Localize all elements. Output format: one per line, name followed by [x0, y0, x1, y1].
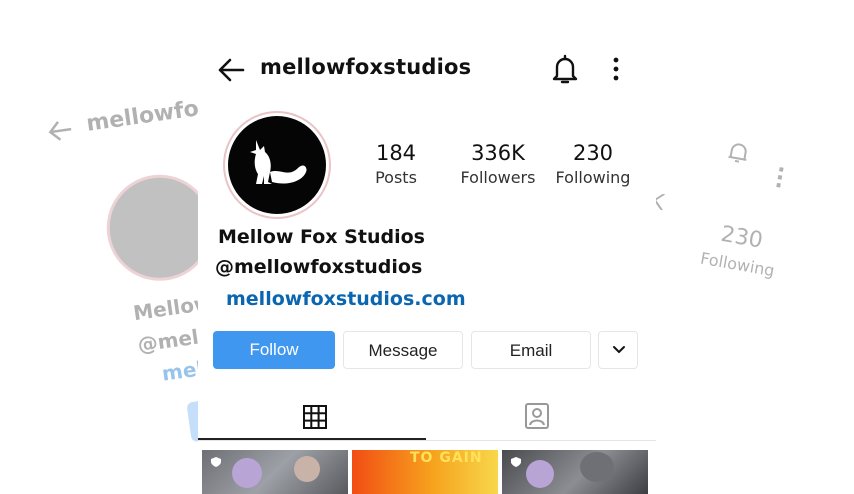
- following-label: Following: [555, 168, 631, 187]
- post-thumbnail[interactable]: [202, 450, 348, 494]
- thumbnail-figure: [526, 460, 554, 488]
- profile-card: mellowfoxstudios 184 Posts 336K Follower…: [198, 38, 656, 494]
- profile-avatar[interactable]: [228, 116, 326, 214]
- chevron-down-icon: [613, 346, 625, 354]
- profile-handle: @mellowfoxstudios: [215, 256, 423, 278]
- profile-display-name: Mellow Fox Studios: [218, 226, 425, 248]
- ghost-bell-icon: [728, 143, 747, 163]
- posts-label: Posts: [375, 168, 417, 187]
- ghost-more-icon: · · ·: [772, 157, 788, 200]
- thumbnail-figure: [294, 456, 320, 482]
- follow-button[interactable]: Follow: [213, 331, 335, 369]
- profile-username: mellowfoxstudios: [260, 55, 472, 79]
- post-thumbnail[interactable]: TO GAIN: [352, 450, 498, 494]
- post-thumbnail[interactable]: [502, 450, 648, 494]
- notification-bell-icon[interactable]: [550, 53, 580, 85]
- ghost-following-count: 230: [718, 221, 765, 254]
- posts-stat[interactable]: 184 Posts: [366, 140, 426, 190]
- shield-badge-icon: [511, 457, 521, 467]
- followers-label: Followers: [460, 168, 536, 187]
- posts-count: 184: [375, 141, 417, 165]
- tagged-tab-icon[interactable]: [524, 402, 550, 430]
- back-arrow-icon: [48, 121, 72, 141]
- more-options-icon[interactable]: [606, 54, 626, 84]
- ghost-following-label: Following: [698, 248, 777, 281]
- followers-count: 336K: [471, 141, 525, 165]
- fox-logo-icon: [250, 140, 307, 184]
- grid-tab-icon[interactable]: [302, 404, 328, 430]
- followers-stat[interactable]: 336K Followers: [450, 140, 546, 190]
- following-stat[interactable]: 230 Following: [554, 140, 632, 190]
- message-button[interactable]: Message: [343, 331, 463, 369]
- following-count: 230: [572, 141, 614, 165]
- thumbnail-figure: [232, 458, 262, 488]
- profile-header: mellowfoxstudios: [198, 38, 656, 98]
- email-button[interactable]: Email: [471, 331, 591, 369]
- thumbnail-caption: TO GAIN: [410, 450, 483, 466]
- suggestions-dropdown-button[interactable]: [598, 331, 638, 369]
- profile-website-link[interactable]: mellowfoxstudios.com: [226, 288, 466, 310]
- back-arrow-icon[interactable]: [216, 55, 246, 85]
- ghost-username: mellowfox: [84, 94, 215, 137]
- tab-divider: [198, 440, 656, 441]
- shield-badge-icon: [211, 457, 221, 467]
- thumbnail-figure: [580, 452, 614, 482]
